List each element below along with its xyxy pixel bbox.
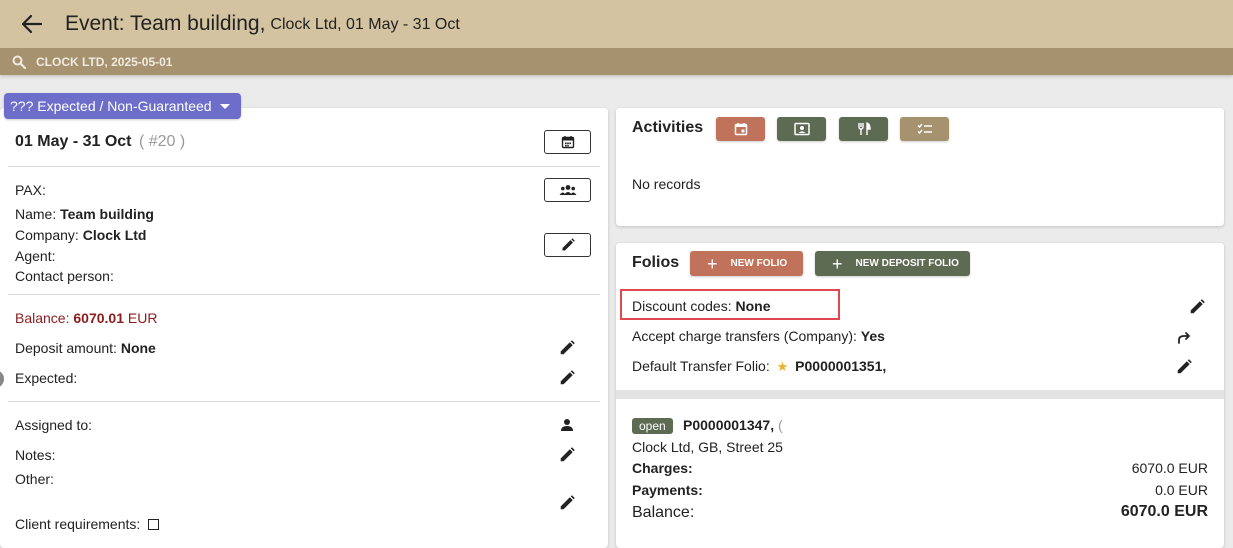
divider	[8, 294, 600, 295]
event-number: ( #20 )	[138, 133, 186, 150]
deposit-value: None	[120, 340, 156, 356]
deposit-row: Deposit amount: None	[15, 340, 156, 356]
calendar-button[interactable]	[544, 130, 591, 154]
divider	[8, 166, 600, 167]
plus-icon: +	[707, 253, 718, 274]
accept-transfers-value: Yes	[860, 328, 885, 344]
edit-event-button[interactable]	[544, 233, 591, 257]
accept-transfers-row: Accept charge transfers (Company): Yes	[632, 328, 885, 344]
folios-title: Folios	[632, 254, 680, 271]
status-label: ??? Expected / Non-Guaranteed	[10, 98, 212, 114]
default-transfer-value: P0000001351,	[795, 358, 887, 374]
charges-label: Charges:	[632, 460, 693, 476]
edit-expected-pencil-icon[interactable]	[559, 370, 575, 386]
expected-label: Expected:	[15, 370, 78, 386]
company-label: Company:	[15, 227, 79, 243]
notes-label: Notes:	[15, 447, 56, 463]
folio-number-trailing: (	[777, 417, 783, 433]
company-value: Clock Ltd	[82, 227, 147, 243]
folio-balance-value: 6070.0 EUR	[1120, 503, 1208, 520]
person-icon[interactable]	[559, 417, 575, 433]
discount-codes-label: Discount codes:	[632, 298, 732, 314]
pax-button[interactable]	[544, 178, 591, 202]
page-title: Event: Team building,	[65, 12, 266, 35]
name-label: Name:	[15, 206, 57, 222]
folio-status-badge: open	[632, 418, 673, 434]
folio-address: Clock Ltd, GB, Street 25	[632, 439, 783, 455]
status-dropdown[interactable]: ??? Expected / Non-Guaranteed	[4, 93, 241, 119]
back-arrow-icon[interactable]	[21, 13, 43, 35]
page-subtitle: Clock Ltd, 01 May - 31 Oct	[270, 16, 460, 33]
balance-row: Balance: 6070.01 EUR	[15, 310, 157, 326]
folios-card: Folios + NEW FOLIO + NEW DEPOSIT FOLIO D…	[616, 243, 1224, 548]
discount-codes-row: Discount codes: None	[632, 298, 771, 314]
app-header: Event: Team building, Clock Ltd, 01 May …	[0, 0, 1233, 48]
divider	[8, 401, 600, 402]
restaurant-icon	[857, 122, 871, 136]
default-transfer-label: Default Transfer Folio:	[632, 358, 770, 374]
edit-other-pencil-icon[interactable]	[559, 495, 575, 511]
accept-transfers-label: Accept charge transfers (Company):	[632, 328, 857, 344]
section-separator	[616, 390, 1224, 399]
payments-value: 0.0 EUR	[1155, 482, 1208, 498]
balance-currency: EUR	[127, 310, 158, 326]
plus-icon: +	[832, 253, 843, 274]
new-folio-button[interactable]: + NEW FOLIO	[690, 251, 803, 276]
name-row: Name: Team building	[15, 206, 154, 222]
pencil-icon	[561, 238, 575, 252]
company-row: Company: Clock Ltd	[15, 227, 146, 243]
calendar-event-icon	[734, 122, 748, 136]
add-restaurant-activity-button[interactable]	[839, 117, 888, 141]
edit-default-transfer-pencil-icon[interactable]	[1176, 359, 1192, 375]
forward-arrow-icon[interactable]	[1176, 330, 1192, 346]
search-query: CLOCK LTD, 2025-05-01	[36, 54, 173, 69]
discount-codes-value: None	[735, 298, 771, 314]
activities-title: Activities	[632, 119, 704, 136]
folio-balance-label: Balance:	[632, 504, 695, 521]
edit-notes-pencil-icon[interactable]	[559, 447, 575, 463]
payments-label: Payments:	[632, 482, 703, 498]
assigned-to-label: Assigned to:	[15, 417, 93, 433]
checklist-icon	[917, 122, 933, 136]
activities-card: Activities No records	[616, 108, 1224, 226]
contact-card-icon	[793, 122, 810, 136]
agent-label: Agent:	[15, 248, 56, 264]
contact-person-label: Contact person:	[15, 268, 114, 284]
caret-down-icon	[220, 104, 230, 109]
deposit-label: Deposit amount:	[15, 340, 117, 356]
search-bar[interactable]: CLOCK LTD, 2025-05-01	[0, 48, 1233, 75]
balance-label: Balance:	[15, 310, 70, 326]
event-details-card: 01 May - 31 Oct ( #20 ) PAX: Name: Team …	[0, 108, 608, 548]
new-folio-label: NEW FOLIO	[730, 258, 788, 269]
client-requirements-row: Client requirements:	[15, 516, 160, 532]
add-task-activity-button[interactable]	[900, 117, 949, 141]
pax-label: PAX:	[15, 182, 46, 198]
name-value: Team building	[60, 206, 154, 222]
folio-number: P0000001347,	[683, 417, 775, 433]
edit-deposit-pencil-icon[interactable]	[559, 340, 575, 356]
add-meeting-activity-button[interactable]	[777, 117, 826, 141]
charges-value: 6070.0 EUR	[1131, 460, 1208, 476]
other-label: Other:	[15, 471, 54, 487]
new-deposit-folio-label: NEW DEPOSIT FOLIO	[855, 258, 959, 269]
drawer-handle[interactable]	[0, 370, 4, 388]
new-deposit-folio-button[interactable]: + NEW DEPOSIT FOLIO	[815, 251, 970, 276]
add-event-activity-button[interactable]	[716, 117, 765, 141]
client-requirements-checkbox[interactable]	[148, 519, 160, 530]
edit-discount-pencil-icon[interactable]	[1189, 299, 1205, 315]
folio-number-row[interactable]: P0000001347, (	[683, 417, 783, 433]
calendar-icon	[561, 135, 575, 149]
activities-empty-text: No records	[632, 176, 701, 192]
balance-value: 6070.01	[73, 310, 124, 326]
date-range-row: 01 May - 31 Oct ( #20 )	[15, 133, 185, 151]
client-requirements-label: Client requirements:	[15, 516, 141, 532]
star-icon: ★	[776, 359, 789, 374]
date-range: 01 May - 31 Oct	[15, 133, 132, 150]
group-icon	[559, 184, 577, 196]
default-transfer-row: Default Transfer Folio: ★ P0000001351,	[632, 358, 886, 375]
search-icon	[12, 55, 26, 69]
